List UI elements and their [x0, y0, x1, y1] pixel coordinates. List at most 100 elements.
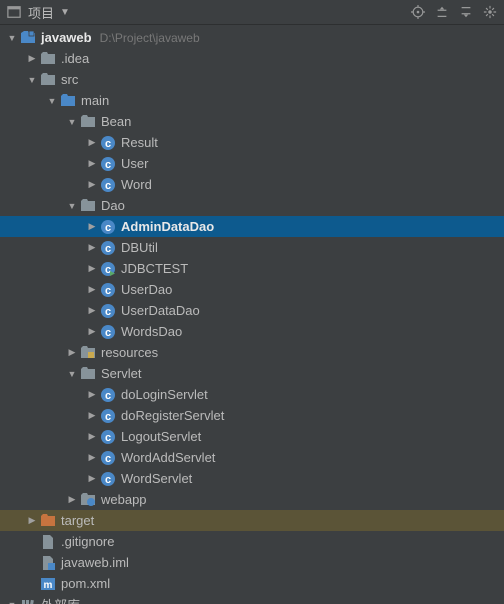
- node-label: UserDataDao: [121, 303, 200, 318]
- node-label: WordsDao: [121, 324, 182, 339]
- chevron-right-icon[interactable]: [86, 431, 98, 442]
- class-icon: c: [100, 429, 116, 445]
- folder-icon: [40, 51, 56, 67]
- chevron-right-icon[interactable]: [86, 137, 98, 148]
- node-pom[interactable]: m pom.xml: [0, 573, 504, 594]
- chevron-right-icon[interactable]: [86, 410, 98, 421]
- node-servlet[interactable]: Servlet: [0, 363, 504, 384]
- svg-text:c: c: [105, 390, 111, 402]
- chevron-down-icon[interactable]: [26, 75, 38, 85]
- node-iml[interactable]: javaweb.iml: [0, 552, 504, 573]
- chevron-down-icon[interactable]: [6, 33, 18, 43]
- svg-text:c: c: [105, 180, 111, 192]
- chevron-right-icon[interactable]: [86, 473, 98, 484]
- chevron-right-icon[interactable]: [66, 347, 78, 358]
- chevron-down-icon[interactable]: [6, 600, 18, 604]
- node-resources[interactable]: resources: [0, 342, 504, 363]
- svg-text:c: c: [105, 327, 111, 339]
- node-webapp[interactable]: webapp: [0, 489, 504, 510]
- svg-text:c: c: [105, 285, 111, 297]
- collapse-all-icon[interactable]: [458, 4, 474, 20]
- svg-text:c: c: [105, 243, 111, 255]
- node-admindatadao[interactable]: cAdminDataDao: [0, 216, 504, 237]
- class-icon: c: [100, 303, 116, 319]
- node-target[interactable]: target: [0, 510, 504, 531]
- class-icon: c: [100, 282, 116, 298]
- node-main[interactable]: main: [0, 90, 504, 111]
- svg-text:c: c: [105, 432, 111, 444]
- package-icon: [80, 198, 96, 214]
- class-icon: c: [100, 177, 116, 193]
- chevron-down-icon[interactable]: [46, 96, 58, 106]
- node-result[interactable]: cResult: [0, 132, 504, 153]
- svg-text:c: c: [105, 453, 111, 465]
- node-label: DBUtil: [121, 240, 158, 255]
- chevron-right-icon[interactable]: [86, 179, 98, 190]
- node-wordadd[interactable]: cWordAddServlet: [0, 447, 504, 468]
- dropdown-icon[interactable]: ▼: [60, 7, 70, 18]
- chevron-right-icon[interactable]: [66, 494, 78, 505]
- expand-all-icon[interactable]: [434, 4, 450, 20]
- node-label: .gitignore: [61, 534, 114, 549]
- class-icon: c: [100, 219, 116, 235]
- class-icon: c: [100, 156, 116, 172]
- chevron-right-icon[interactable]: [86, 242, 98, 253]
- node-user[interactable]: cUser: [0, 153, 504, 174]
- node-label: WordServlet: [121, 471, 192, 486]
- node-logout[interactable]: cLogoutServlet: [0, 426, 504, 447]
- node-label: resources: [101, 345, 158, 360]
- node-label: JDBCTEST: [121, 261, 188, 276]
- class-icon: c: [100, 471, 116, 487]
- node-external-libraries[interactable]: 外部库: [0, 594, 504, 604]
- node-label: Servlet: [101, 366, 141, 381]
- node-dao[interactable]: Dao: [0, 195, 504, 216]
- chevron-right-icon[interactable]: [86, 326, 98, 337]
- node-root[interactable]: javaweb D:\Project\javaweb: [0, 27, 504, 48]
- chevron-right-icon[interactable]: [86, 389, 98, 400]
- chevron-down-icon[interactable]: [66, 201, 78, 211]
- node-dbutil[interactable]: c DBUtil: [0, 237, 504, 258]
- resources-folder-icon: [80, 345, 96, 361]
- node-label: Word: [121, 177, 152, 192]
- node-word[interactable]: c Word: [0, 174, 504, 195]
- node-bean[interactable]: Bean: [0, 111, 504, 132]
- node-idea[interactable]: .idea: [0, 48, 504, 69]
- node-dologin[interactable]: cdoLoginServlet: [0, 384, 504, 405]
- chevron-right-icon[interactable]: [86, 158, 98, 169]
- package-icon: [80, 366, 96, 382]
- chevron-right-icon[interactable]: [86, 221, 98, 232]
- node-wordservlet[interactable]: c WordServlet: [0, 468, 504, 489]
- chevron-down-icon[interactable]: [66, 117, 78, 127]
- chevron-right-icon[interactable]: [26, 53, 38, 64]
- node-label: .idea: [61, 51, 89, 66]
- node-label: javaweb.iml: [61, 555, 129, 570]
- locate-icon[interactable]: [410, 4, 426, 20]
- node-wordsdao[interactable]: c WordsDao: [0, 321, 504, 342]
- class-icon: c: [100, 240, 116, 256]
- settings-icon[interactable]: [482, 4, 498, 20]
- node-label: javaweb: [41, 30, 92, 45]
- node-userdatadao[interactable]: c UserDataDao: [0, 300, 504, 321]
- node-jdbctest[interactable]: cJDBCTEST: [0, 258, 504, 279]
- class-icon: c: [100, 135, 116, 151]
- toolbar-title: 项目: [28, 3, 54, 22]
- chevron-down-icon[interactable]: [66, 369, 78, 379]
- chevron-right-icon[interactable]: [86, 284, 98, 295]
- chevron-right-icon[interactable]: [26, 515, 38, 526]
- node-label: target: [61, 513, 94, 528]
- chevron-right-icon[interactable]: [86, 452, 98, 463]
- node-userdao[interactable]: cUserDao: [0, 279, 504, 300]
- chevron-right-icon[interactable]: [86, 305, 98, 316]
- svg-text:c: c: [105, 222, 111, 234]
- node-gitignore[interactable]: .gitignore: [0, 531, 504, 552]
- iml-icon: [40, 555, 56, 571]
- source-folder-icon: [60, 93, 76, 109]
- svg-text:c: c: [105, 474, 111, 486]
- project-tool-icon: [6, 4, 22, 20]
- project-tree[interactable]: javaweb D:\Project\javaweb .idea src mai…: [0, 25, 504, 604]
- svg-text:c: c: [105, 138, 111, 150]
- svg-text:c: c: [105, 159, 111, 171]
- node-doregister[interactable]: cdoRegisterServlet: [0, 405, 504, 426]
- chevron-right-icon[interactable]: [86, 263, 98, 274]
- node-src[interactable]: src: [0, 69, 504, 90]
